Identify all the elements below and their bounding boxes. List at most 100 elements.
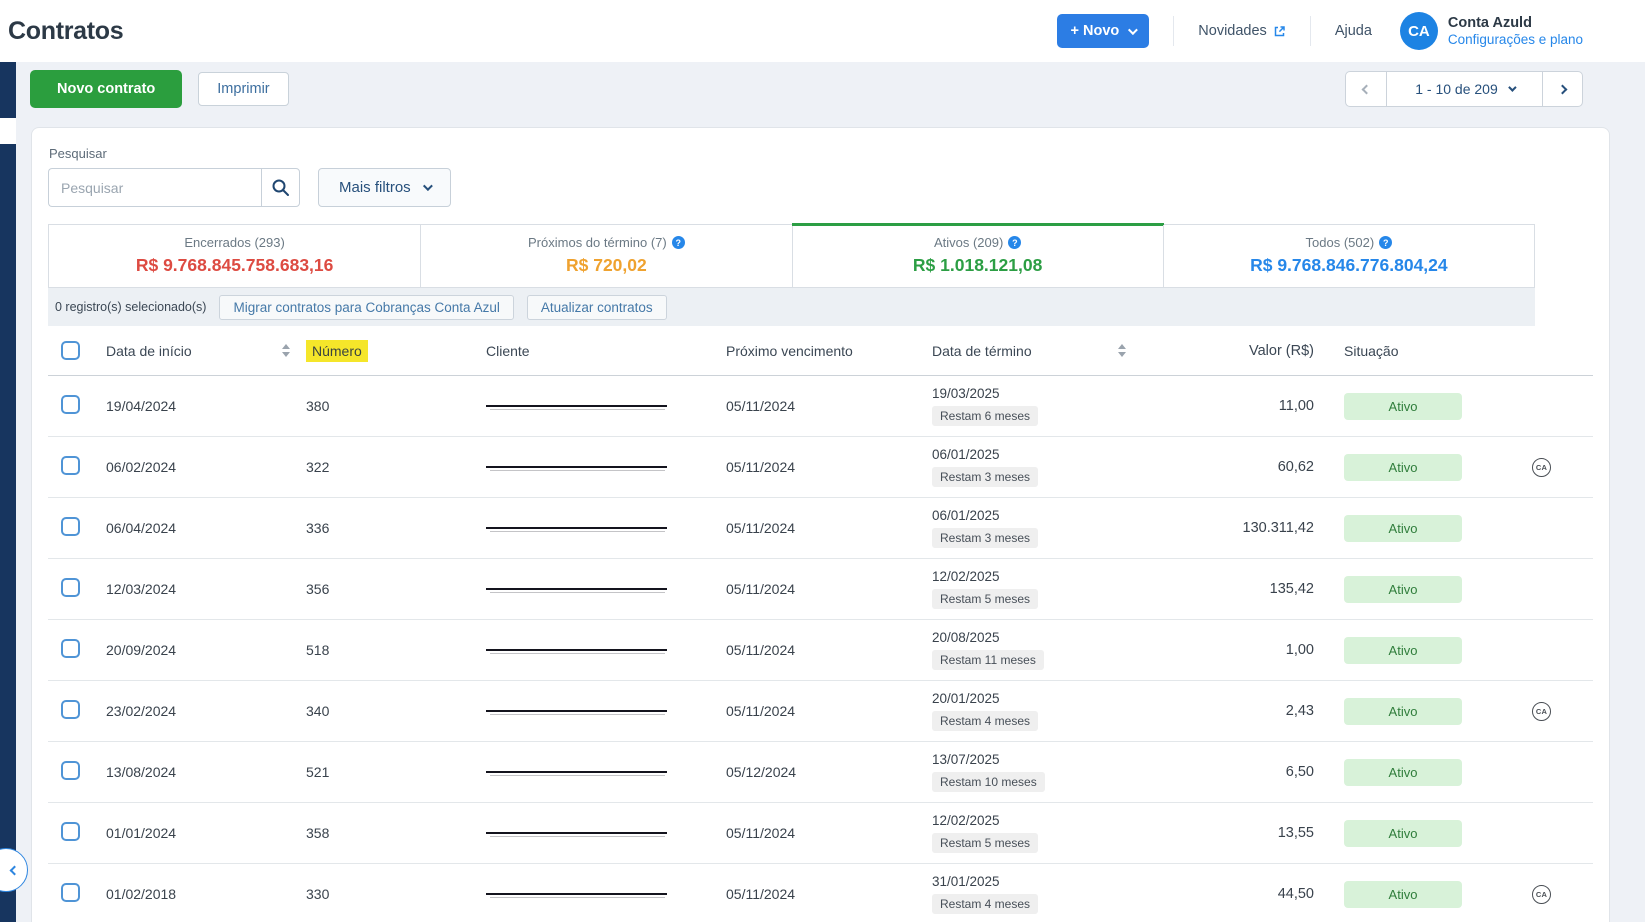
more-filters-button[interactable]: Mais filtros (318, 168, 451, 207)
sidebar-active-notch (0, 118, 16, 144)
redacted-client-name (486, 466, 667, 468)
chevron-down-icon (423, 181, 433, 191)
toolbar: Novo contrato Imprimir 1 - 10 de 209 (30, 70, 1583, 108)
help-icon[interactable]: ? (1379, 236, 1392, 249)
pagination-range-dropdown[interactable]: 1 - 10 de 209 (1386, 72, 1542, 106)
table-row[interactable]: 12/03/2024 356 05/11/2024 12/02/2025 Res… (48, 559, 1593, 620)
tab-total: R$ 1.018.121,08 (797, 255, 1159, 276)
chevron-left-icon (9, 865, 19, 875)
row-checkbox[interactable] (61, 578, 80, 597)
contract-number-cell: 330 (306, 886, 486, 902)
redacted-client-name (486, 405, 667, 407)
row-checkbox[interactable] (61, 639, 80, 658)
start-date-cell: 01/01/2024 (106, 825, 306, 841)
status-badge: Ativo (1344, 698, 1462, 725)
update-contracts-button[interactable]: Atualizar contratos (527, 295, 667, 320)
pagination-prev-button[interactable] (1346, 72, 1386, 106)
row-checkbox[interactable] (61, 883, 80, 902)
avatar[interactable]: CA (1400, 12, 1438, 50)
end-date-cell: 06/01/2025 (932, 508, 1000, 523)
redacted-client-name (486, 710, 667, 712)
tab-todos[interactable]: Todos (502)? R$ 9.768.846.776.804,24 (1163, 225, 1534, 287)
divider (1173, 16, 1174, 46)
row-checkbox[interactable] (61, 700, 80, 719)
novidades-link[interactable]: Novidades (1198, 23, 1286, 39)
chevron-down-icon (1128, 25, 1138, 35)
redacted-client-name (486, 588, 667, 590)
end-date-cell: 12/02/2025 (932, 813, 1000, 828)
end-date-cell: 20/08/2025 (932, 630, 1000, 645)
sidebar-rail[interactable] (0, 62, 16, 922)
novo-menu-button[interactable]: + Novo (1057, 14, 1150, 48)
table-row[interactable]: 20/09/2024 518 05/11/2024 20/08/2025 Res… (48, 620, 1593, 681)
select-all-checkbox[interactable] (61, 341, 80, 360)
row-checkbox[interactable] (61, 395, 80, 414)
ajuda-link[interactable]: Ajuda (1335, 23, 1372, 39)
pagination: 1 - 10 de 209 (1345, 71, 1583, 107)
months-left-badge: Restam 4 meses (932, 711, 1038, 731)
collapse-sidebar-button[interactable] (0, 848, 28, 892)
contract-number-cell: 340 (306, 703, 486, 719)
migrate-contracts-button[interactable]: Migrar contratos para Cobranças Conta Az… (219, 295, 513, 320)
search-label: Pesquisar (49, 146, 1593, 161)
table-row[interactable]: 01/02/2018 330 05/11/2024 31/01/2025 Res… (48, 864, 1593, 922)
status-badge: Ativo (1344, 393, 1462, 420)
divider (1310, 16, 1311, 46)
tab-ativos[interactable]: Ativos (209)? R$ 1.018.121,08 (792, 225, 1163, 287)
chevron-down-icon (1508, 83, 1516, 91)
table-row[interactable]: 06/04/2024 336 05/11/2024 06/01/2025 Res… (48, 498, 1593, 559)
highlighted-column-label: Número (306, 340, 368, 362)
tab-total: R$ 720,02 (425, 255, 787, 276)
tab-total: R$ 9.768.845.758.683,16 (53, 255, 416, 276)
row-checkbox[interactable] (61, 456, 80, 475)
table-row[interactable]: 23/02/2024 340 05/11/2024 20/01/2025 Res… (48, 681, 1593, 742)
next-due-cell: 05/11/2024 (726, 642, 932, 658)
print-button[interactable]: Imprimir (198, 72, 288, 106)
table-row[interactable]: 13/08/2024 521 05/12/2024 13/07/2025 Res… (48, 742, 1593, 803)
search-input[interactable] (48, 168, 261, 207)
end-date-cell: 20/01/2025 (932, 691, 1000, 706)
search-button[interactable] (261, 168, 300, 207)
tab-proximos-do-termino[interactable]: Próximos do término (7)? R$ 720,02 (420, 225, 791, 287)
pagination-next-button[interactable] (1542, 72, 1582, 106)
tab-encerrados[interactable]: Encerrados (293)? R$ 9.768.845.758.683,1… (49, 225, 420, 287)
start-date-cell: 20/09/2024 (106, 642, 306, 658)
new-contract-button[interactable]: Novo contrato (30, 70, 182, 108)
redacted-client-name (486, 527, 667, 529)
table-row[interactable]: 19/04/2024 380 05/11/2024 19/03/2025 Res… (48, 376, 1593, 437)
sort-icon[interactable] (282, 344, 290, 357)
start-date-cell: 23/02/2024 (106, 703, 306, 719)
end-date-cell: 31/01/2025 (932, 874, 1000, 889)
status-badge: Ativo (1344, 820, 1462, 847)
contract-number-cell: 356 (306, 581, 486, 597)
col-status-header: Situação (1344, 343, 1490, 359)
contract-number-cell: 518 (306, 642, 486, 658)
months-left-badge: Restam 10 meses (932, 772, 1045, 792)
table-row[interactable]: 06/02/2024 322 05/11/2024 06/01/2025 Res… (48, 437, 1593, 498)
contract-number-cell: 358 (306, 825, 486, 841)
table-row[interactable]: 01/01/2024 358 05/11/2024 12/02/2025 Res… (48, 803, 1593, 864)
help-icon[interactable]: ? (672, 236, 685, 249)
row-checkbox[interactable] (61, 517, 80, 536)
col-next-due-header: Próximo vencimento (726, 343, 932, 359)
months-left-badge: Restam 3 meses (932, 467, 1038, 487)
chevron-right-icon (1558, 84, 1568, 94)
help-icon[interactable]: ? (1008, 236, 1021, 249)
row-checkbox[interactable] (61, 761, 80, 780)
status-badge: Ativo (1344, 576, 1462, 603)
contract-number-cell: 322 (306, 459, 486, 475)
sort-icon[interactable] (1118, 344, 1126, 357)
row-checkbox[interactable] (61, 822, 80, 841)
months-left-badge: Restam 5 meses (932, 589, 1038, 609)
account-name: Conta Azuld (1448, 14, 1583, 32)
ca-stamp-icon: CA (1532, 702, 1551, 721)
start-date-cell: 06/02/2024 (106, 459, 306, 475)
account-settings-link[interactable]: Configurações e plano (1448, 32, 1583, 49)
end-date-cell: 12/02/2025 (932, 569, 1000, 584)
account-menu[interactable]: CA Conta Azuld Configurações e plano (1400, 12, 1583, 50)
col-value-header: Valor (R$) (1164, 343, 1314, 359)
start-date-cell: 19/04/2024 (106, 398, 306, 414)
months-left-badge: Restam 11 meses (932, 650, 1044, 670)
value-cell: 1,00 (1164, 642, 1314, 658)
ca-stamp-icon: CA (1532, 458, 1551, 477)
